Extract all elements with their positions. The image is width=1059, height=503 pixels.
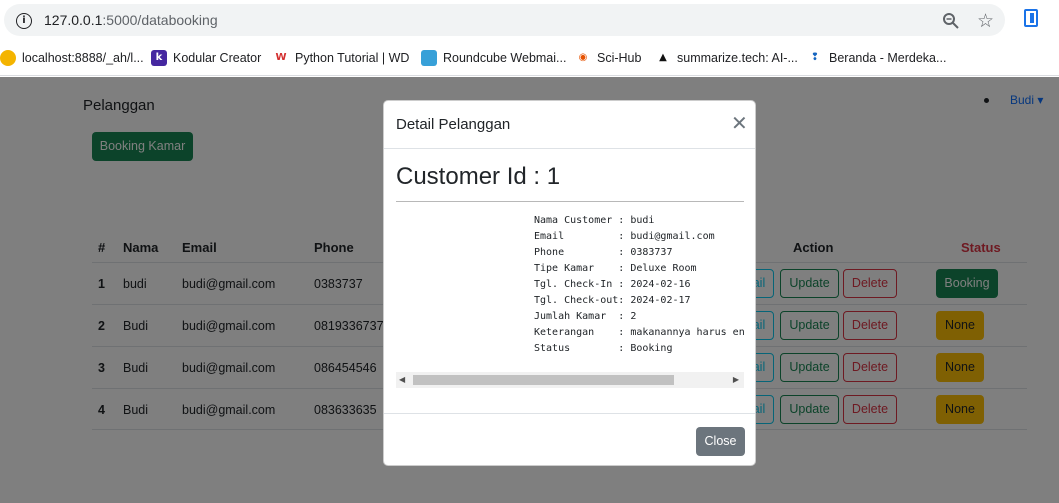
bookmark-label: Beranda - Merdeka...: [829, 51, 947, 65]
bookmark-item[interactable]: Roundcube Webmai...: [421, 50, 566, 66]
scroll-left-icon[interactable]: ◀: [399, 375, 405, 384]
bookmark-item[interactable]: ❢ Beranda - Merdeka...: [807, 50, 946, 66]
localhost-icon: [0, 50, 16, 66]
horizontal-scrollbar[interactable]: ◀ ▶: [396, 372, 744, 388]
close-icon[interactable]: ✕: [731, 113, 748, 133]
roundcube-icon: [421, 50, 437, 66]
bookmark-label: Python Tutorial | WD: [295, 51, 410, 65]
site-info-icon[interactable]: i: [16, 13, 32, 29]
kodular-icon: k: [151, 50, 167, 66]
scroll-right-icon[interactable]: ▶: [733, 375, 739, 384]
detail-line: Nama Customer : budi: [534, 215, 655, 226]
modal-body: Customer Id : 1 Nama Customer : budi Ema…: [384, 149, 755, 413]
modal-footer: Close: [384, 413, 755, 465]
bookmark-item[interactable]: ▲ summarize.tech: AI-...: [655, 50, 798, 66]
bookmark-star-icon[interactable]: ☆: [977, 10, 994, 32]
detail-line: Tgl. Check-In : 2024-02-16: [534, 279, 691, 290]
bookmark-label: summarize.tech: AI-...: [677, 51, 798, 65]
detail-line: Status : Booking: [534, 343, 673, 354]
close-button[interactable]: Close: [696, 427, 745, 456]
detail-line: Keterangan : makanannya harus enak: [534, 327, 744, 338]
browser-toolbar: i 127.0.0.1:5000/databooking ☆: [0, 0, 1059, 40]
modal-title: Detail Pelanggan: [396, 116, 511, 133]
summarize-icon: ▲: [655, 50, 671, 66]
detail-line: Tgl. Check-out: 2024-02-17: [534, 295, 691, 306]
bookmark-label: Roundcube Webmai...: [443, 51, 567, 65]
customer-detail-block: Nama Customer : budi Email : budi@gmail.…: [396, 213, 744, 389]
merdeka-icon: ❢: [807, 50, 823, 66]
bookmark-label: Sci-Hub: [597, 51, 642, 65]
zoom-icon[interactable]: [942, 12, 960, 30]
address-bar[interactable]: i 127.0.0.1:5000/databooking ☆: [4, 4, 1005, 36]
scihub-icon: ◉: [575, 50, 591, 66]
divider: [396, 201, 744, 202]
extension-icon[interactable]: [1024, 9, 1038, 27]
detail-line: Phone : 0383737: [534, 247, 673, 258]
detail-line: Jumlah Kamar : 2: [534, 311, 637, 322]
url-text[interactable]: 127.0.0.1:5000/databooking: [44, 12, 218, 28]
bookmark-item[interactable]: ◉ Sci-Hub: [575, 50, 641, 66]
wd-icon: W: [273, 50, 289, 66]
bookmark-label: localhost:8888/_ah/l...: [22, 51, 144, 65]
bookmark-label: Kodular Creator: [173, 51, 262, 65]
bookmark-item[interactable]: W Python Tutorial | WD: [273, 50, 409, 66]
bookmark-item[interactable]: localhost:8888/_ah/l...: [0, 50, 144, 66]
url-host: 127.0.0.1: [44, 12, 103, 28]
detail-line: Email : budi@gmail.com: [534, 231, 715, 242]
detail-modal: Detail Pelanggan ✕ Customer Id : 1 Nama …: [383, 100, 756, 466]
customer-id-heading: Customer Id : 1: [396, 163, 561, 190]
detail-line: Tipe Kamar : Deluxe Room: [534, 263, 697, 274]
bookmark-item[interactable]: k Kodular Creator: [151, 50, 261, 66]
bookmarks-bar: localhost:8888/_ah/l... k Kodular Creator…: [0, 40, 1059, 76]
modal-header: Detail Pelanggan ✕: [384, 101, 755, 149]
url-path: :5000/databooking: [102, 12, 218, 28]
scrollbar-thumb[interactable]: [413, 375, 674, 385]
